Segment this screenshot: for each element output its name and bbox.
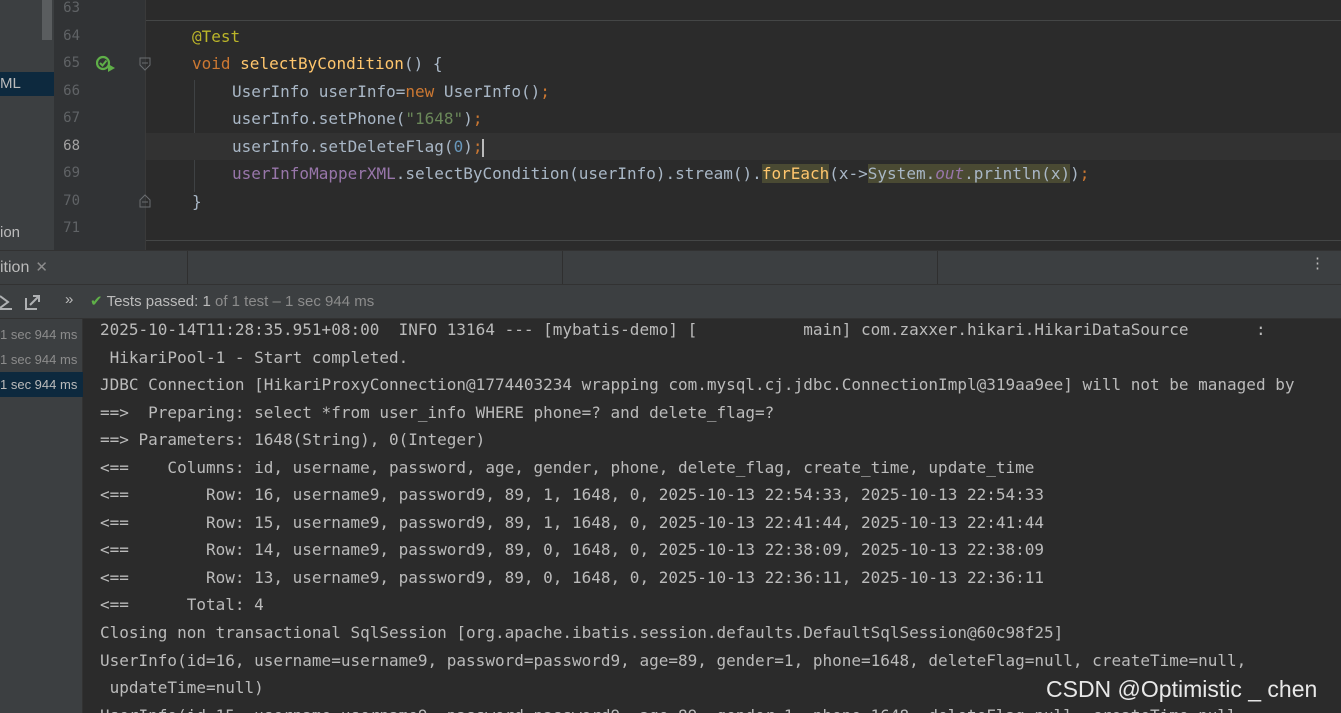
export-icon[interactable] [24,293,42,311]
line-number-current: 68 [63,138,80,154]
tests-passed-label: Tests passed: 1 [106,293,211,310]
code-text: } [192,192,202,211]
test-status: ✔ Tests passed: 1 of 1 test – 1 sec 944 m… [90,285,374,318]
code-text: userInfo.setPhone( [232,109,406,128]
code-line-current: userInfo.setDeleteFlag(0); [146,133,1341,160]
check-icon: ✔ [90,293,103,310]
run-tab-bar: ition ✕ ⋮ [0,250,1341,285]
panel-divider[interactable] [562,251,563,284]
console-line: JDBC Connection [HikariProxyConnection@1… [100,375,1295,394]
console-line: <== Row: 13, username9, password9, 89, 0… [100,568,1045,587]
method-separator [146,240,1341,241]
text-caret [482,138,485,157]
code-text: UserInfo userInfo= [232,82,406,101]
console-line: HikariPool-1 - Start completed. [100,348,409,367]
console-line: ==> Parameters: 1648(String), 0(Integer) [100,430,486,449]
code-text: () { [403,54,443,73]
code-line: UserInfo userInfo=new UserInfo(); [146,78,1341,105]
test-tree-row-selected[interactable]: 1 sec 944 ms [0,372,83,397]
test-tree-row[interactable]: 1 sec 944 ms [0,347,83,372]
code-editor[interactable]: ML ion 63 64 65 66 67 68 69 70 71 @Test … [0,0,1341,250]
code-text: UserInfo() [434,82,541,101]
semicolon: ; [1079,164,1090,183]
test-tree-row[interactable]: 1 sec 944 ms [0,322,83,347]
rerun-icon[interactable] [0,294,14,310]
code-line: void selectByCondition() { [146,50,1341,77]
code-text: ) [463,109,473,128]
more-options-icon[interactable]: ⋮ [1310,254,1325,272]
run-test-icon[interactable] [96,55,116,73]
semicolon: ; [472,109,483,128]
project-item-selected[interactable]: ML [0,72,54,96]
line-number: 66 [63,83,80,99]
annotation: @Test [192,27,241,46]
keyword: void [192,54,231,73]
run-toolbar: » ✔ Tests passed: 1 of 1 test – 1 sec 944… [0,285,1341,319]
test-results-tree: 1 sec 944 ms 1 sec 944 ms 1 sec 944 ms [0,319,83,713]
panel-divider[interactable] [187,251,188,284]
code-line: @Test [146,23,1341,50]
console-line: <== Row: 14, username9, password9, 89, 0… [100,540,1045,559]
project-item[interactable]: ion [0,221,54,245]
panel-divider[interactable] [937,251,938,284]
static-field: out [935,164,965,183]
line-number: 71 [63,220,80,236]
string-literal: "1648" [405,109,464,128]
highlighted-method: forEach [761,164,830,183]
highlighted-expression: .println(x) [964,164,1071,183]
code-line: userInfo.setPhone("1648"); [146,105,1341,132]
tests-duration-label: of 1 test – 1 sec 944 ms [210,293,375,310]
console-line: <== Columns: id, username, password, age… [100,458,1035,477]
code-text: ) [463,137,473,156]
console-line: 2025-10-14T11:28:35.951+08:00 INFO 13164… [100,320,1266,339]
method-name: selectByCondition [240,54,404,73]
code-line: userInfoMapperXML.selectByCondition(user… [146,160,1341,187]
code-text: ) [1070,164,1080,183]
line-number: 63 [63,0,80,16]
code-line: } [146,188,1341,215]
project-panel: ML ion [0,0,54,250]
semicolon: ; [472,137,483,156]
method-separator [146,20,1341,21]
console-line: UserInfo(id=15, username=username9, pass… [100,702,1246,713]
watermark: CSDN @Optimistic _ chen [1046,676,1318,702]
code-text: .selectByCondition(userInfo).stream(). [395,164,762,183]
number-literal: 0 [453,137,464,156]
console-line: ==> Preparing: select *from user_info WH… [100,403,775,422]
line-number: 67 [63,110,80,126]
console-output[interactable]: 2025-10-14T11:28:35.951+08:00 INFO 13164… [84,319,1341,713]
run-tab[interactable]: ition ✕ [0,251,54,284]
chevron-more-icon[interactable]: » [65,291,73,308]
line-number: 69 [63,165,80,181]
console-line: UserInfo(id=16, username=username9, pass… [100,651,1247,670]
line-number: 65 [63,55,80,71]
code-text: (x-> [829,164,868,183]
highlighted-expression: System. [867,164,936,183]
run-tab-label: ition [0,259,30,276]
line-number: 70 [63,193,80,209]
console-line: <== Row: 16, username9, password9, 89, 1… [100,485,1045,504]
close-icon[interactable]: ✕ [35,259,48,276]
console-line: <== Row: 15, username9, password9, 89, 1… [100,513,1045,532]
code-text: userInfo.setDeleteFlag( [232,137,454,156]
field-reference: userInfoMapperXML [232,164,396,183]
console-line: Closing non transactional SqlSession [or… [100,623,1064,642]
console-line: updateTime=null) [100,678,264,697]
keyword: new [405,82,435,101]
project-scrollbar[interactable] [42,0,52,40]
line-number: 64 [63,28,80,44]
console-line: <== Total: 4 [100,595,264,614]
semicolon: ; [540,82,550,101]
